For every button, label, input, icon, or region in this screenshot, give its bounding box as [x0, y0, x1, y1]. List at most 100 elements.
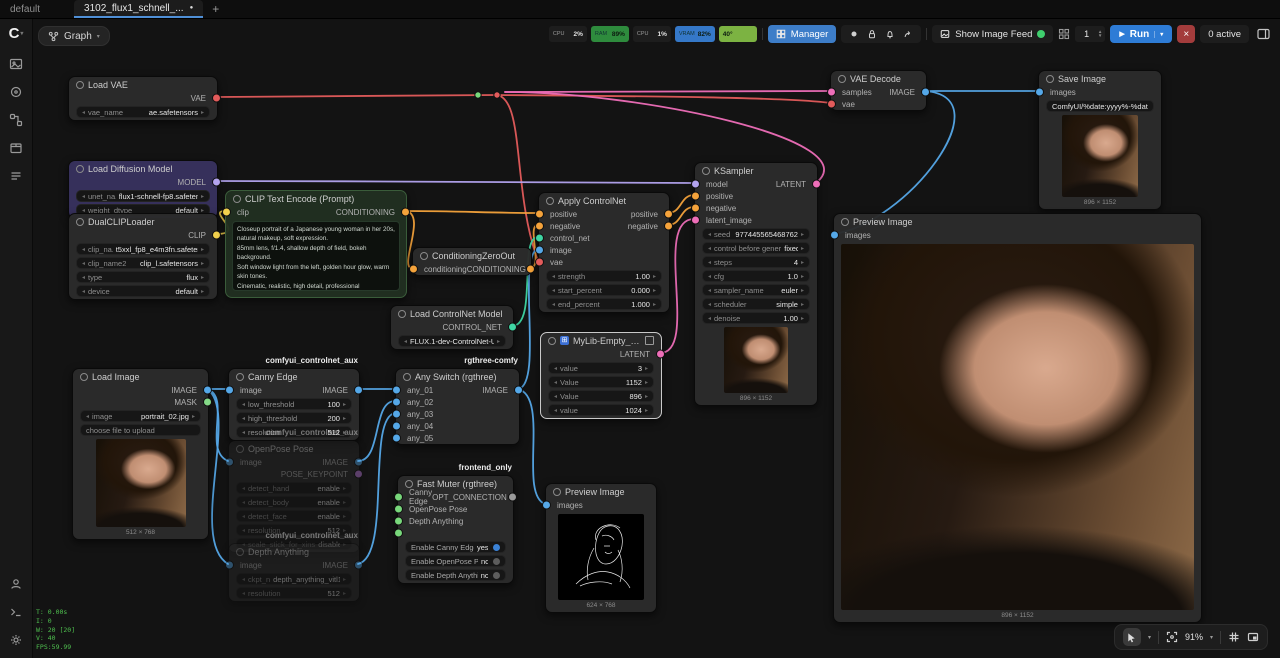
settings-gear-icon[interactable]: [8, 632, 24, 648]
combo-left-arrow-icon[interactable]: ◂: [552, 301, 555, 308]
zoom-caret-icon[interactable]: ▾: [1210, 634, 1213, 641]
combo-right-arrow-icon[interactable]: ▸: [201, 109, 204, 116]
combo-right-arrow-icon[interactable]: ▸: [201, 246, 204, 253]
combo-right-arrow-icon[interactable]: ▸: [343, 401, 346, 408]
minimap-icon[interactable]: [1247, 631, 1259, 643]
expand-icon[interactable]: [645, 336, 654, 345]
combo-right-arrow-icon[interactable]: ▸: [645, 407, 648, 414]
input-port-latent_image[interactable]: [691, 216, 700, 225]
nodes-icon[interactable]: [8, 112, 24, 128]
combo-right-arrow-icon[interactable]: ▸: [645, 365, 648, 372]
input-port-empty[interactable]: [394, 529, 403, 538]
widget-value[interactable]: ComfyUI/%date:yyyy%-%date:...: [1046, 100, 1154, 112]
combo-left-arrow-icon[interactable]: ◂: [552, 273, 555, 280]
node-load-controlnet-model[interactable]: Load ControlNet ModelCONTROL_NET◂FLUX.1-…: [390, 305, 514, 350]
combo-right-arrow-icon[interactable]: ▸: [201, 288, 204, 295]
tab-default[interactable]: default: [0, 0, 50, 18]
input-port-any_01[interactable]: [392, 386, 401, 395]
widget-strength[interactable]: ◂strength1.00▸: [546, 270, 662, 282]
widget-end_percent[interactable]: ◂end_percent1.000▸: [546, 298, 662, 310]
node-save-image[interactable]: Save ImageimagesComfyUI/%date:yyyy%-%dat…: [1038, 70, 1162, 210]
combo-right-arrow-icon[interactable]: ▸: [801, 315, 804, 322]
combo-right-arrow-icon[interactable]: ▸: [801, 259, 804, 266]
node-title-bar[interactable]: Load VAE: [69, 77, 217, 92]
tab-active-workflow[interactable]: 3102_flux1_schnell_... ●: [74, 0, 203, 18]
status-dot-icon[interactable]: [849, 29, 859, 39]
node-preview-image-small[interactable]: Preview Imageimages624 × 768: [545, 483, 657, 613]
node-title-bar[interactable]: CLIP Text Encode (Prompt): [226, 191, 406, 206]
queue-count-steppers[interactable]: ▲▼: [1098, 30, 1105, 38]
combo-right-arrow-icon[interactable]: ▸: [343, 590, 346, 597]
tool-caret-icon[interactable]: ▾: [1148, 634, 1151, 641]
widget-Value[interactable]: ◂Value896▸: [548, 390, 654, 402]
combo-left-arrow-icon[interactable]: ◂: [404, 338, 407, 345]
input-port-OpenPose Pose[interactable]: [394, 505, 403, 514]
combo-left-arrow-icon[interactable]: ◂: [552, 287, 555, 294]
image-feed-icon[interactable]: [8, 56, 24, 72]
widget-ckpt_n...[interactable]: ◂ckpt_n...depth_anything_vitl14.pth▸: [236, 573, 352, 585]
input-port-images[interactable]: [1035, 88, 1044, 97]
grid-toggle-icon[interactable]: [1228, 631, 1240, 643]
collapse-dot-icon[interactable]: [1046, 75, 1054, 83]
combo-right-arrow-icon[interactable]: ▸: [343, 415, 346, 422]
collapse-dot-icon[interactable]: [403, 373, 411, 381]
collapse-dot-icon[interactable]: [548, 337, 556, 345]
panel-toggle-button[interactable]: [1254, 25, 1272, 43]
combo-left-arrow-icon[interactable]: ◂: [86, 413, 89, 420]
combo-left-arrow-icon[interactable]: ◂: [242, 415, 245, 422]
input-port-vae[interactable]: [827, 100, 836, 109]
widget-steps[interactable]: ◂steps4▸: [702, 256, 810, 268]
input-port-images[interactable]: [542, 501, 551, 510]
active-jobs-badge[interactable]: 0 active: [1200, 25, 1249, 43]
new-tab-button[interactable]: +: [203, 0, 228, 18]
bell-icon[interactable]: [885, 29, 895, 39]
combo-left-arrow-icon[interactable]: ◂: [708, 315, 711, 322]
node-depth-anything[interactable]: Depth AnythingimageIMAGE◂ckpt_n...depth_…: [228, 543, 360, 602]
run-button[interactable]: ▶ Run ▾: [1110, 25, 1172, 43]
node-load-vae[interactable]: Load VAEVAE◂vae_nameae.safetensors▸: [68, 76, 218, 121]
collapse-dot-icon[interactable]: [546, 197, 554, 205]
widget-high_threshold[interactable]: ◂high_threshold200▸: [236, 412, 352, 424]
combo-left-arrow-icon[interactable]: ◂: [242, 576, 245, 583]
user-icon[interactable]: [8, 576, 24, 592]
stepper-down-icon[interactable]: ▼: [1098, 34, 1102, 38]
node-ksampler[interactable]: KSamplermodelLATENTpositivenegativelaten…: [694, 162, 818, 406]
node-title-bar[interactable]: DualCLIPLoader: [69, 214, 217, 229]
combo-left-arrow-icon[interactable]: ◂: [554, 393, 557, 400]
widget-control before generate[interactable]: ◂control before generatefixed▸: [702, 242, 810, 254]
combo-right-arrow-icon[interactable]: ▸: [343, 576, 346, 583]
cursor-tool-button[interactable]: [1123, 628, 1141, 646]
combo-right-arrow-icon[interactable]: ▸: [201, 274, 204, 281]
zoom-level[interactable]: 91%: [1185, 632, 1203, 642]
input-port-control_net[interactable]: [535, 234, 544, 243]
widget-value[interactable]: ◂FLUX.1-dev-ControlNet-Union-...▸: [398, 335, 506, 347]
combo-right-arrow-icon[interactable]: ▸: [343, 513, 346, 520]
node-dual-clip-loader[interactable]: DualCLIPLoaderCLIP◂clip_na...t5xxl_fp8_e…: [68, 213, 218, 300]
combo-left-arrow-icon[interactable]: ◂: [242, 499, 245, 506]
input-port-samples[interactable]: [827, 88, 836, 97]
combo-left-arrow-icon[interactable]: ◂: [708, 245, 711, 252]
node-title-bar[interactable]: ConditioningZeroOut: [413, 248, 531, 263]
combo-left-arrow-icon[interactable]: ◂: [82, 193, 85, 200]
input-port-any_04[interactable]: [392, 422, 401, 431]
widget-sampler_name[interactable]: ◂sampler_nameeuler▸: [702, 284, 810, 296]
widget-detect_body[interactable]: ◂detect_bodyenable▸: [236, 496, 352, 508]
widget-unet_na...[interactable]: ◂unet_na...flux1-schnell-fp8.safetensors…: [76, 190, 210, 202]
node-title-bar[interactable]: KSampler: [695, 163, 817, 178]
combo-right-arrow-icon[interactable]: ▸: [653, 301, 656, 308]
input-port-image[interactable]: [535, 246, 544, 255]
output-port-LATENT[interactable]: [812, 180, 821, 189]
widget-Value[interactable]: ◂Value1152▸: [548, 376, 654, 388]
widget-vae_name[interactable]: ◂vae_nameae.safetensors▸: [76, 106, 210, 118]
output-port-POSE_KEYPOINT[interactable]: [354, 470, 363, 479]
node-title-bar[interactable]: Preview Image: [834, 214, 1201, 229]
combo-left-arrow-icon[interactable]: ◂: [82, 260, 85, 267]
combo-left-arrow-icon[interactable]: ◂: [82, 246, 85, 253]
fit-view-icon[interactable]: [1166, 631, 1178, 643]
combo-left-arrow-icon[interactable]: ◂: [708, 273, 711, 280]
widget-cfg[interactable]: ◂cfg1.0▸: [702, 270, 810, 282]
collapse-dot-icon[interactable]: [702, 167, 710, 175]
widget-resolution[interactable]: ◂resolution512▸: [236, 587, 352, 599]
combo-right-arrow-icon[interactable]: ▸: [801, 301, 804, 308]
collapse-dot-icon[interactable]: [233, 195, 241, 203]
